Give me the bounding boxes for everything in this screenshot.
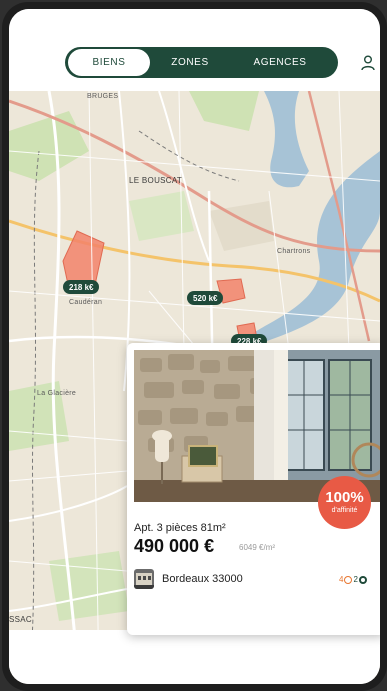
property-city: Bordeaux 33000 xyxy=(162,573,243,585)
property-price: 490 000 € xyxy=(134,536,215,556)
affinity-label: d'affinité xyxy=(331,507,358,514)
tab-biens[interactable]: BIENS xyxy=(68,49,150,76)
affinity-badge: 100% d'affinité xyxy=(318,476,371,529)
map-label-cauderan: Caudéran xyxy=(69,299,103,306)
property-card[interactable]: 100% d'affinité Apt. 3 pièces 81m² 490 0… xyxy=(127,343,380,635)
bottom-bar xyxy=(9,630,380,684)
map-label-la-glaciere: La Glacière xyxy=(37,390,77,397)
card-badges: 4 2 xyxy=(339,575,367,584)
segmented-tabs: BIENS ZONES AGENCES xyxy=(65,47,338,78)
map-label-bruges: BRUGES xyxy=(87,93,119,100)
map-label-le-bouscat: LE BOUSCAT xyxy=(129,176,183,185)
affinity-percent: 100% xyxy=(325,489,364,506)
tab-zones[interactable]: ZONES xyxy=(150,49,230,76)
phone-frame: BIENS ZONES AGENCES BRUGES LE BOUSCAT Ch… xyxy=(2,2,387,691)
price-pin[interactable]: 520 k€ xyxy=(187,291,224,305)
price-pin[interactable]: 218 k€ xyxy=(63,280,100,294)
badge-left-count: 4 xyxy=(339,575,344,584)
user-icon[interactable] xyxy=(361,55,375,71)
property-type: Apt. 3 pièces 81m² xyxy=(134,522,226,534)
map-label-chartrons: Chartrons xyxy=(277,248,311,255)
screen: BIENS ZONES AGENCES BRUGES LE BOUSCAT Ch… xyxy=(9,9,380,684)
agency-logo xyxy=(134,569,154,589)
badge-right-count: 2 xyxy=(353,575,358,584)
top-bar: BIENS ZONES AGENCES xyxy=(9,9,380,91)
tab-agences[interactable]: AGENCES xyxy=(230,49,330,76)
map-label-ssac: SSAC xyxy=(9,615,32,624)
ring-icon xyxy=(344,575,353,584)
coin-icon xyxy=(358,575,367,584)
price-per-m2: 6049 €/m² xyxy=(239,543,276,552)
